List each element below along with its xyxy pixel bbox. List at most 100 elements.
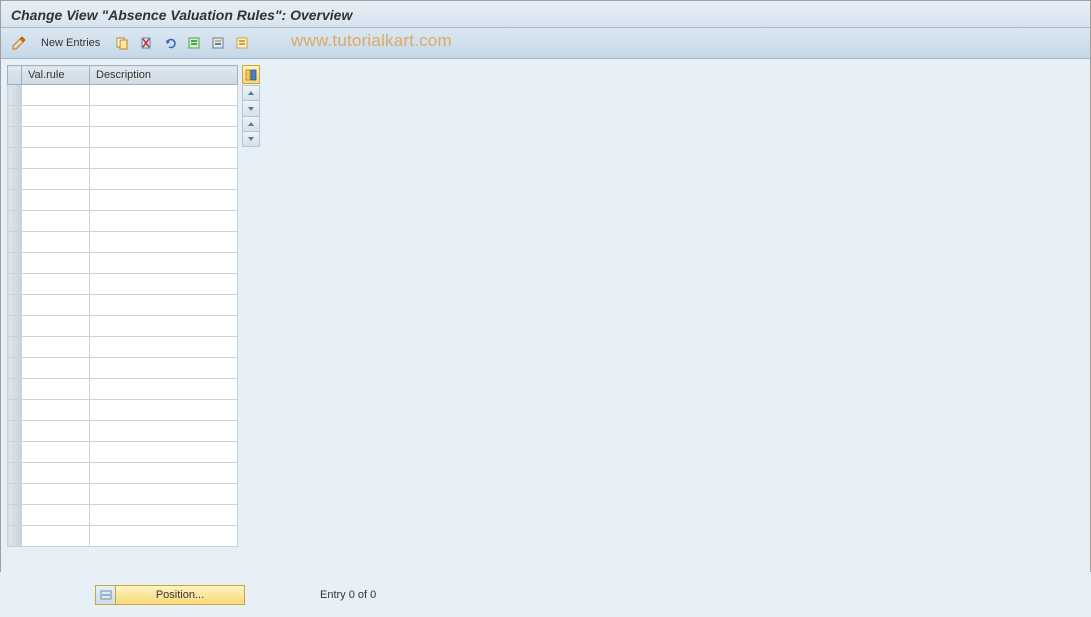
scroll-up-page-button[interactable] — [243, 101, 259, 116]
row-selector[interactable] — [8, 421, 22, 442]
new-entries-button[interactable]: New Entries — [35, 35, 106, 51]
row-selector[interactable] — [8, 295, 22, 316]
row-selector[interactable] — [8, 106, 22, 127]
cell-valrule[interactable] — [22, 400, 90, 421]
cell-valrule[interactable] — [22, 232, 90, 253]
cell-description[interactable] — [90, 85, 238, 106]
row-selector[interactable] — [8, 358, 22, 379]
row-selector[interactable] — [8, 463, 22, 484]
row-selector[interactable] — [8, 190, 22, 211]
cell-valrule[interactable] — [22, 421, 90, 442]
row-selector[interactable] — [8, 379, 22, 400]
copy-icon[interactable] — [112, 33, 132, 53]
row-selector[interactable] — [8, 316, 22, 337]
cell-valrule[interactable] — [22, 526, 90, 547]
position-button[interactable]: Position... — [95, 585, 245, 605]
row-selector[interactable] — [8, 85, 22, 106]
deselect-all-icon[interactable] — [232, 33, 252, 53]
cell-valrule[interactable] — [22, 442, 90, 463]
row-selector[interactable] — [8, 505, 22, 526]
table-row — [8, 106, 238, 127]
cell-description[interactable] — [90, 463, 238, 484]
cell-valrule[interactable] — [22, 505, 90, 526]
cell-valrule[interactable] — [22, 169, 90, 190]
row-selector[interactable] — [8, 169, 22, 190]
cell-description[interactable] — [90, 484, 238, 505]
cell-valrule[interactable] — [22, 190, 90, 211]
cell-description[interactable] — [90, 337, 238, 358]
cell-description[interactable] — [90, 253, 238, 274]
table-row — [8, 463, 238, 484]
cell-description[interactable] — [90, 358, 238, 379]
cell-description[interactable] — [90, 421, 238, 442]
select-all-icon[interactable] — [184, 33, 204, 53]
row-selector[interactable] — [8, 400, 22, 421]
row-selector[interactable] — [8, 337, 22, 358]
row-selector[interactable] — [8, 484, 22, 505]
row-selector[interactable] — [8, 442, 22, 463]
cell-valrule[interactable] — [22, 127, 90, 148]
column-header-valrule[interactable]: Val.rule — [22, 66, 90, 85]
cell-valrule[interactable] — [22, 484, 90, 505]
title-bar: Change View "Absence Valuation Rules": O… — [1, 1, 1090, 28]
table-area: Val.rule Description — [7, 65, 1084, 547]
cell-valrule[interactable] — [22, 148, 90, 169]
table-row — [8, 505, 238, 526]
table-row — [8, 421, 238, 442]
cell-valrule[interactable] — [22, 337, 90, 358]
row-selector[interactable] — [8, 526, 22, 547]
cell-valrule[interactable] — [22, 211, 90, 232]
table-row — [8, 190, 238, 211]
table-row — [8, 169, 238, 190]
cell-valrule[interactable] — [22, 274, 90, 295]
table-settings-button[interactable] — [242, 65, 260, 84]
position-button-label: Position... — [116, 589, 244, 601]
cell-description[interactable] — [90, 106, 238, 127]
select-block-icon[interactable] — [208, 33, 228, 53]
cell-description[interactable] — [90, 127, 238, 148]
workspace: Val.rule Description — [1, 59, 1090, 574]
scroll-down-page-button[interactable] — [243, 116, 259, 131]
cell-description[interactable] — [90, 274, 238, 295]
cell-valrule[interactable] — [22, 295, 90, 316]
delete-icon[interactable] — [136, 33, 156, 53]
undo-icon[interactable] — [160, 33, 180, 53]
table-row — [8, 400, 238, 421]
cell-valrule[interactable] — [22, 463, 90, 484]
cell-valrule[interactable] — [22, 316, 90, 337]
table-row — [8, 484, 238, 505]
row-selector[interactable] — [8, 253, 22, 274]
vertical-scrollbar[interactable] — [242, 85, 260, 147]
cell-description[interactable] — [90, 211, 238, 232]
cell-description[interactable] — [90, 295, 238, 316]
cell-description[interactable] — [90, 169, 238, 190]
cell-valrule[interactable] — [22, 85, 90, 106]
cell-valrule[interactable] — [22, 253, 90, 274]
cell-description[interactable] — [90, 379, 238, 400]
cell-description[interactable] — [90, 400, 238, 421]
cell-description[interactable] — [90, 442, 238, 463]
scroll-down-button[interactable] — [243, 131, 259, 146]
row-selector[interactable] — [8, 148, 22, 169]
row-selector[interactable] — [8, 127, 22, 148]
cell-description[interactable] — [90, 148, 238, 169]
table-row — [8, 337, 238, 358]
scroll-up-button[interactable] — [243, 86, 259, 101]
column-header-description[interactable]: Description — [90, 66, 238, 85]
cell-valrule[interactable] — [22, 379, 90, 400]
cell-description[interactable] — [90, 232, 238, 253]
cell-description[interactable] — [90, 505, 238, 526]
cell-valrule[interactable] — [22, 358, 90, 379]
cell-description[interactable] — [90, 190, 238, 211]
toolbar: New Entries www.tutorialkart.com — [1, 28, 1090, 59]
cell-description[interactable] — [90, 526, 238, 547]
cell-valrule[interactable] — [22, 106, 90, 127]
change-mode-icon[interactable] — [9, 33, 29, 53]
row-selector[interactable] — [8, 211, 22, 232]
row-selector[interactable] — [8, 232, 22, 253]
table-row — [8, 211, 238, 232]
cell-description[interactable] — [90, 316, 238, 337]
row-selector[interactable] — [8, 274, 22, 295]
table-row — [8, 148, 238, 169]
row-selector-header[interactable] — [8, 66, 22, 85]
